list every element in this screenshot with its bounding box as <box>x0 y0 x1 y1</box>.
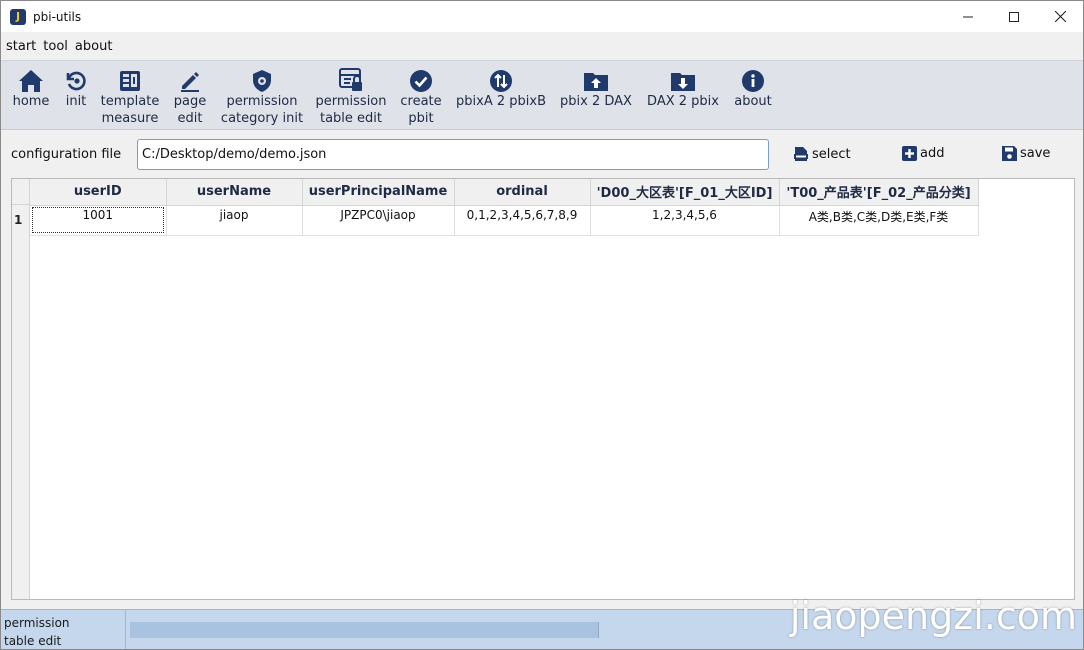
pencil-icon <box>181 72 199 92</box>
permission-table-edit-label-1: permission <box>315 94 387 109</box>
create-pbit-button[interactable]: create pbit <box>399 65 443 127</box>
table-cell[interactable]: jiaop <box>166 205 303 236</box>
table-cell[interactable]: 1,2,3,4,5,6 <box>590 205 780 236</box>
column-header[interactable]: userID <box>30 179 167 206</box>
pbix-2-dax-button[interactable]: pbix 2 DAX <box>559 65 633 110</box>
app-logo-icon: J <box>10 8 26 25</box>
create-pbit-label-1: create <box>400 94 442 109</box>
menu-start[interactable]: start <box>6 39 36 54</box>
folder-upload-icon <box>584 73 608 91</box>
menu-bar: start tool about <box>1 32 1083 60</box>
save-label: save <box>1020 146 1051 161</box>
table-cell[interactable]: JPZPC0\jiaop <box>302 205 455 236</box>
permission-table-edit-button[interactable]: permission table edit <box>315 65 387 127</box>
config-file-path-input[interactable]: C:/Desktop/demo/demo.json <box>137 139 769 170</box>
template-icon <box>120 71 140 91</box>
home-icon <box>19 70 43 92</box>
maximize-icon <box>1009 11 1019 22</box>
create-pbit-label-2: pbit <box>408 111 434 126</box>
table-cell[interactable]: 1001 <box>30 205 167 236</box>
select-label: select <box>812 146 851 162</box>
page-edit-label-1: page <box>173 94 207 109</box>
table-cell[interactable]: 0,1,2,3,4,5,6,7,8,9 <box>454 205 591 236</box>
config-row: configuration file C:/Desktop/demo/demo.… <box>1 131 1083 177</box>
config-file-label: configuration file <box>11 147 122 162</box>
window-title: pbi-utils <box>33 9 82 24</box>
pbix-2-dax-label: pbix 2 DAX <box>560 94 632 109</box>
menu-tool[interactable]: tool <box>43 39 68 54</box>
page-edit-button[interactable]: page edit <box>172 65 208 127</box>
maximize-button[interactable] <box>991 1 1037 32</box>
minimize-button[interactable] <box>945 1 991 32</box>
shield-gear-icon <box>253 70 271 92</box>
progress-fill <box>130 622 598 638</box>
close-icon <box>1054 11 1066 22</box>
file-json-icon <box>794 147 808 161</box>
template-measure-label-1: template <box>100 94 160 109</box>
check-circle-icon <box>410 70 432 92</box>
refresh-icon <box>66 71 86 91</box>
add-label: add <box>920 146 945 161</box>
add-button[interactable]: add <box>902 146 944 161</box>
home-button[interactable]: home <box>13 65 49 110</box>
table-lock-icon <box>339 68 362 91</box>
status-text-line-2: table edit <box>4 634 62 648</box>
dax-2-pbix-button[interactable]: DAX 2 pbix <box>646 65 720 110</box>
header-row: userID userName userPrincipalName ordina… <box>30 179 979 206</box>
home-label: home <box>12 94 50 109</box>
select-button[interactable]: select <box>793 146 851 162</box>
status-divider <box>125 610 126 649</box>
template-measure-label-2: measure <box>101 111 159 126</box>
window-controls <box>945 1 1083 32</box>
init-label: init <box>65 94 87 109</box>
permission-category-init-label-1: permission <box>226 94 298 109</box>
table-grid: userID userName userPrincipalName ordina… <box>30 179 979 236</box>
close-button[interactable] <box>1037 1 1083 32</box>
save-button[interactable]: save <box>1002 146 1050 161</box>
dax-2-pbix-label: DAX 2 pbix <box>647 94 719 109</box>
info-icon <box>742 70 764 92</box>
pbixa-2-pbixb-button[interactable]: pbixA 2 pbixB <box>456 65 546 110</box>
pbixa-2-pbixb-label: pbixA 2 pbixB <box>456 94 546 109</box>
table-corner[interactable] <box>12 179 30 205</box>
permission-category-init-button[interactable]: permission category init <box>221 65 303 127</box>
about-button[interactable]: about <box>733 65 773 110</box>
menu-about[interactable]: about <box>75 39 113 54</box>
column-header[interactable]: userPrincipalName <box>302 179 455 206</box>
watermark: jiaopengzi.com <box>789 594 1077 638</box>
minimize-icon <box>963 16 973 17</box>
template-measure-button[interactable]: template measure <box>101 65 159 127</box>
status-text-line-1: permission <box>4 616 70 630</box>
progress-bar <box>130 622 599 638</box>
permission-table[interactable]: 1 userID userName userPrincipalName ordi… <box>11 178 1075 600</box>
table-cell[interactable]: A类,B类,C类,D类,E类,F类 <box>779 205 979 236</box>
permission-category-init-label-2: category init <box>220 111 304 126</box>
floppy-disk-icon <box>1002 146 1017 161</box>
column-header[interactable]: userName <box>166 179 303 206</box>
swap-circle-icon <box>490 70 512 92</box>
folder-download-icon <box>671 73 695 91</box>
column-header[interactable]: 'T00_产品表'[F_02_产品分类] <box>779 179 979 206</box>
column-header[interactable]: 'D00_大区表'[F_01_大区ID] <box>590 179 780 206</box>
app-window: J pbi-utils start tool about home init t… <box>0 0 1084 650</box>
init-button[interactable]: init <box>63 65 89 110</box>
about-label: about <box>734 94 772 109</box>
status-text: permission table edit <box>4 614 124 649</box>
page-edit-label-2: edit <box>177 111 203 126</box>
table-row: 1001 jiaop JPZPC0\jiaop 0,1,2,3,4,5,6,7,… <box>30 205 979 236</box>
plus-square-icon <box>902 146 917 161</box>
row-header-gutter <box>12 179 30 599</box>
toolbar: home init template measure page edit permi… <box>1 60 1083 130</box>
column-header[interactable]: ordinal <box>454 179 591 206</box>
permission-table-edit-label-2: table edit <box>319 111 383 126</box>
title-bar: J pbi-utils <box>1 1 1083 32</box>
row-header[interactable]: 1 <box>12 205 30 235</box>
